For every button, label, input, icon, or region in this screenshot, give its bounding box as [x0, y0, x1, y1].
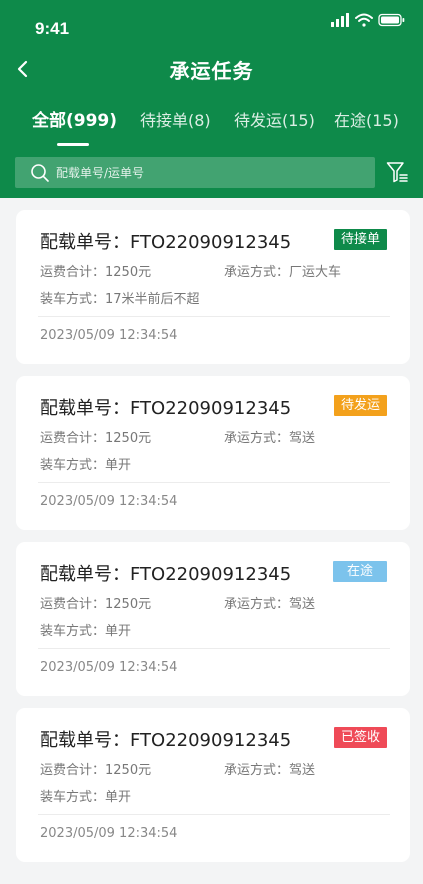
order-time: 2023/05/09 12:34:54 — [40, 328, 178, 343]
carrier-mode: 承运方式：驾送 — [224, 431, 316, 446]
nav-bar: 承运任务 — [0, 50, 423, 90]
tab-bar: 全部(999) 待接单(8) 待发运(15) 在途(15) — [0, 100, 423, 150]
divider — [38, 316, 390, 317]
search-icon — [31, 163, 49, 182]
carrier-mode: 承运方式：厂运大车 — [224, 265, 342, 280]
status-icons — [329, 12, 409, 28]
freight-total: 运费合计：1250元 — [40, 763, 152, 778]
order-number: 配载单号：FTO22090912345 — [40, 564, 292, 585]
loading-mode: 装车方式：单开 — [40, 624, 132, 639]
status-badge: 待接单 — [333, 229, 387, 250]
status-badge: 已签收 — [333, 727, 387, 748]
status-badge: 待发运 — [333, 395, 387, 416]
tab-pending-accept[interactable]: 待接单(8) — [140, 107, 211, 131]
status-time: 9:41 — [35, 19, 70, 38]
divider — [38, 648, 390, 649]
divider — [38, 482, 390, 483]
order-time: 2023/05/09 12:34:54 — [40, 660, 178, 675]
order-time: 2023/05/09 12:34:54 — [40, 826, 178, 841]
order-number: 配载单号：FTO22090912345 — [40, 730, 292, 751]
loading-mode: 装车方式：17米半前后不超 — [40, 292, 200, 307]
header: 9:41 承运任务 全部(999) 待接单(8) 待发运(15) 在途(15) … — [0, 0, 423, 198]
status-bar: 9:41 — [0, 0, 423, 50]
freight-total: 运费合计：1250元 — [40, 265, 152, 280]
freight-total: 运费合计：1250元 — [40, 431, 152, 446]
divider — [38, 814, 390, 815]
wifi-icon — [355, 13, 373, 27]
loading-mode: 装车方式：单开 — [40, 458, 132, 473]
order-number: 配载单号：FTO22090912345 — [40, 398, 292, 419]
filter-button[interactable] — [386, 160, 408, 184]
order-number: 配载单号：FTO22090912345 — [40, 232, 292, 253]
battery-icon — [378, 13, 405, 27]
signal-icon — [331, 13, 349, 27]
tab-pending-ship[interactable]: 待发运(15) — [234, 107, 315, 131]
tab-active-indicator — [57, 143, 89, 146]
order-card[interactable]: 配载单号：FTO22090912345 已签收 运费合计：1250元 承运方式：… — [16, 708, 410, 862]
tab-all[interactable]: 全部(999) — [32, 106, 117, 131]
tab-in-transit[interactable]: 在途(15) — [334, 107, 399, 131]
status-badge: 在途 — [332, 561, 387, 582]
loading-mode: 装车方式：单开 — [40, 790, 132, 805]
order-card[interactable]: 配载单号：FTO22090912345 待接单 运费合计：1250元 承运方式：… — [16, 210, 410, 364]
carrier-mode: 承运方式：驾送 — [224, 597, 316, 612]
order-time: 2023/05/09 12:34:54 — [40, 494, 178, 509]
search-input[interactable]: 配载单号/运单号 — [15, 157, 375, 188]
search-placeholder: 配载单号/运单号 — [56, 166, 145, 180]
filter-icon — [386, 162, 408, 183]
order-card[interactable]: 配载单号：FTO22090912345 待发运 运费合计：1250元 承运方式：… — [16, 376, 410, 530]
carrier-mode: 承运方式：驾送 — [224, 763, 316, 778]
order-card[interactable]: 配载单号：FTO22090912345 在途 运费合计：1250元 承运方式：驾… — [16, 542, 410, 696]
freight-total: 运费合计：1250元 — [40, 597, 152, 612]
page-title: 承运任务 — [169, 59, 254, 83]
